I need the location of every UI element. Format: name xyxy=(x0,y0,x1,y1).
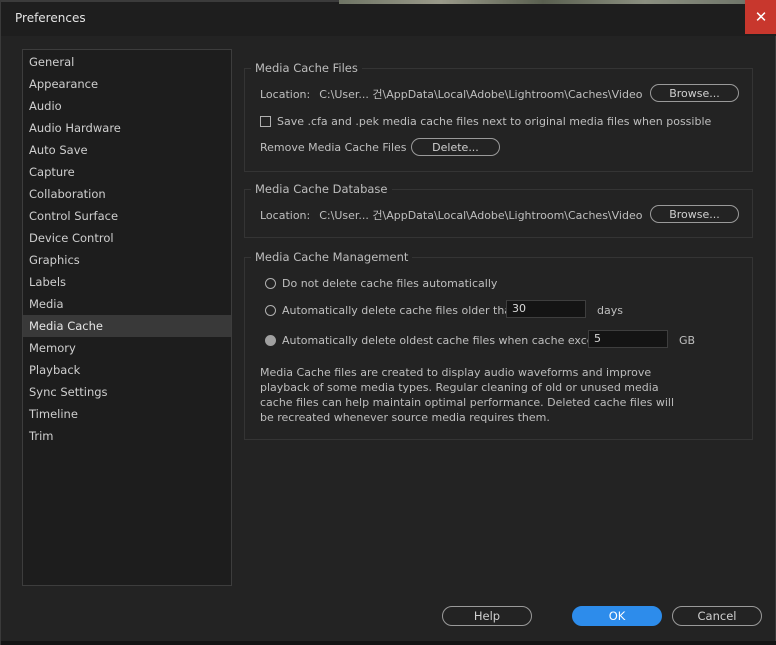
sidebar-item-sync-settings[interactable]: Sync Settings xyxy=(23,381,231,403)
cache-database-location-label: Location: xyxy=(260,208,311,222)
save-next-to-media-checkbox[interactable] xyxy=(260,115,271,127)
sidebar-item-device-control[interactable]: Device Control xyxy=(23,227,231,249)
radio-do-not-delete[interactable] xyxy=(265,277,276,289)
sidebar-item-graphics[interactable]: Graphics xyxy=(23,249,231,271)
sidebar-item-memory[interactable]: Memory xyxy=(23,337,231,359)
sidebar-item-audio-hardware[interactable]: Audio Hardware xyxy=(23,117,231,139)
sidebar-item-trim[interactable]: Trim xyxy=(23,425,231,447)
media-cache-management-legend: Media Cache Management xyxy=(251,250,413,264)
media-cache-files-legend: Media Cache Files xyxy=(251,61,362,75)
cache-database-location-path: C:\User... 건\AppData\Local\Adobe\Lightro… xyxy=(319,209,643,222)
sidebar-item-media[interactable]: Media xyxy=(23,293,231,315)
sidebar-item-general[interactable]: General xyxy=(23,51,231,73)
size-unit-label: GB xyxy=(679,334,696,347)
sidebar-item-control-surface[interactable]: Control Surface xyxy=(23,205,231,227)
close-button[interactable]: ✕ xyxy=(745,0,776,34)
sidebar-item-audio[interactable]: Audio xyxy=(23,95,231,117)
close-icon: ✕ xyxy=(754,8,768,26)
size-limit-input[interactable]: 5 xyxy=(588,330,668,348)
help-button[interactable]: Help xyxy=(442,606,532,626)
background-strip xyxy=(339,0,747,4)
save-next-to-media-label: Save .cfa and .pek media cache files nex… xyxy=(277,114,712,128)
title-bar: Preferences ✕ xyxy=(1,0,776,36)
delete-cache-button[interactable]: Delete... xyxy=(411,138,500,156)
sidebar-item-capture[interactable]: Capture xyxy=(23,161,231,183)
category-items: General Appearance Audio Audio Hardware Auto… xyxy=(23,50,231,447)
cache-database-location-row: Location: C:\User... 건\AppData\Local\Ado… xyxy=(260,208,643,223)
option-do-not-delete-label: Do not delete cache files automatically xyxy=(282,276,498,290)
option-delete-older-than[interactable]: Automatically delete cache files older t… xyxy=(265,303,522,317)
days-unit-label: days xyxy=(597,304,623,317)
radio-delete-older-than[interactable] xyxy=(265,304,276,316)
option-delete-when-exceeds-label: Automatically delete oldest cache files … xyxy=(282,333,617,347)
sidebar-item-auto-save[interactable]: Auto Save xyxy=(23,139,231,161)
cancel-button[interactable]: Cancel xyxy=(672,606,762,626)
radio-delete-when-exceeds[interactable] xyxy=(265,334,276,346)
cache-management-description: Media Cache files are created to display… xyxy=(260,366,675,424)
cache-files-location-path: C:\User... 건\AppData\Local\Adobe\Lightro… xyxy=(319,88,643,101)
sidebar-item-collaboration[interactable]: Collaboration xyxy=(23,183,231,205)
sidebar-item-timeline[interactable]: Timeline xyxy=(23,403,231,425)
cache-files-browse-button[interactable]: Browse... xyxy=(650,84,739,102)
cache-files-location-row: Location: C:\User... 건\AppData\Local\Ado… xyxy=(260,87,643,102)
save-next-to-media-row[interactable]: Save .cfa and .pek media cache files nex… xyxy=(260,114,711,128)
remove-cache-label: Remove Media Cache Files xyxy=(260,140,407,154)
sidebar-item-media-cache[interactable]: Media Cache xyxy=(23,315,231,337)
remove-cache-row: Remove Media Cache Files xyxy=(260,140,407,154)
window-bottom-edge xyxy=(1,641,776,645)
sidebar-item-playback[interactable]: Playback xyxy=(23,359,231,381)
preferences-dialog: Preferences ✕ General Appearance Audio Audi… xyxy=(0,0,776,645)
cache-files-location-label: Location: xyxy=(260,87,311,101)
media-cache-database-legend: Media Cache Database xyxy=(251,182,392,196)
option-do-not-delete[interactable]: Do not delete cache files automatically xyxy=(265,276,497,290)
cache-database-browse-button[interactable]: Browse... xyxy=(650,205,739,223)
days-input[interactable]: 30 xyxy=(506,300,586,318)
ok-button[interactable]: OK xyxy=(572,606,662,626)
sidebar-item-labels[interactable]: Labels xyxy=(23,271,231,293)
category-list[interactable]: General Appearance Audio Audio Hardware Auto… xyxy=(22,49,232,586)
option-delete-older-than-label: Automatically delete cache files older t… xyxy=(282,303,522,317)
option-delete-when-exceeds[interactable]: Automatically delete oldest cache files … xyxy=(265,333,617,347)
titlebar-decoration xyxy=(1,0,339,2)
dialog-title: Preferences xyxy=(15,11,86,25)
sidebar-item-appearance[interactable]: Appearance xyxy=(23,73,231,95)
